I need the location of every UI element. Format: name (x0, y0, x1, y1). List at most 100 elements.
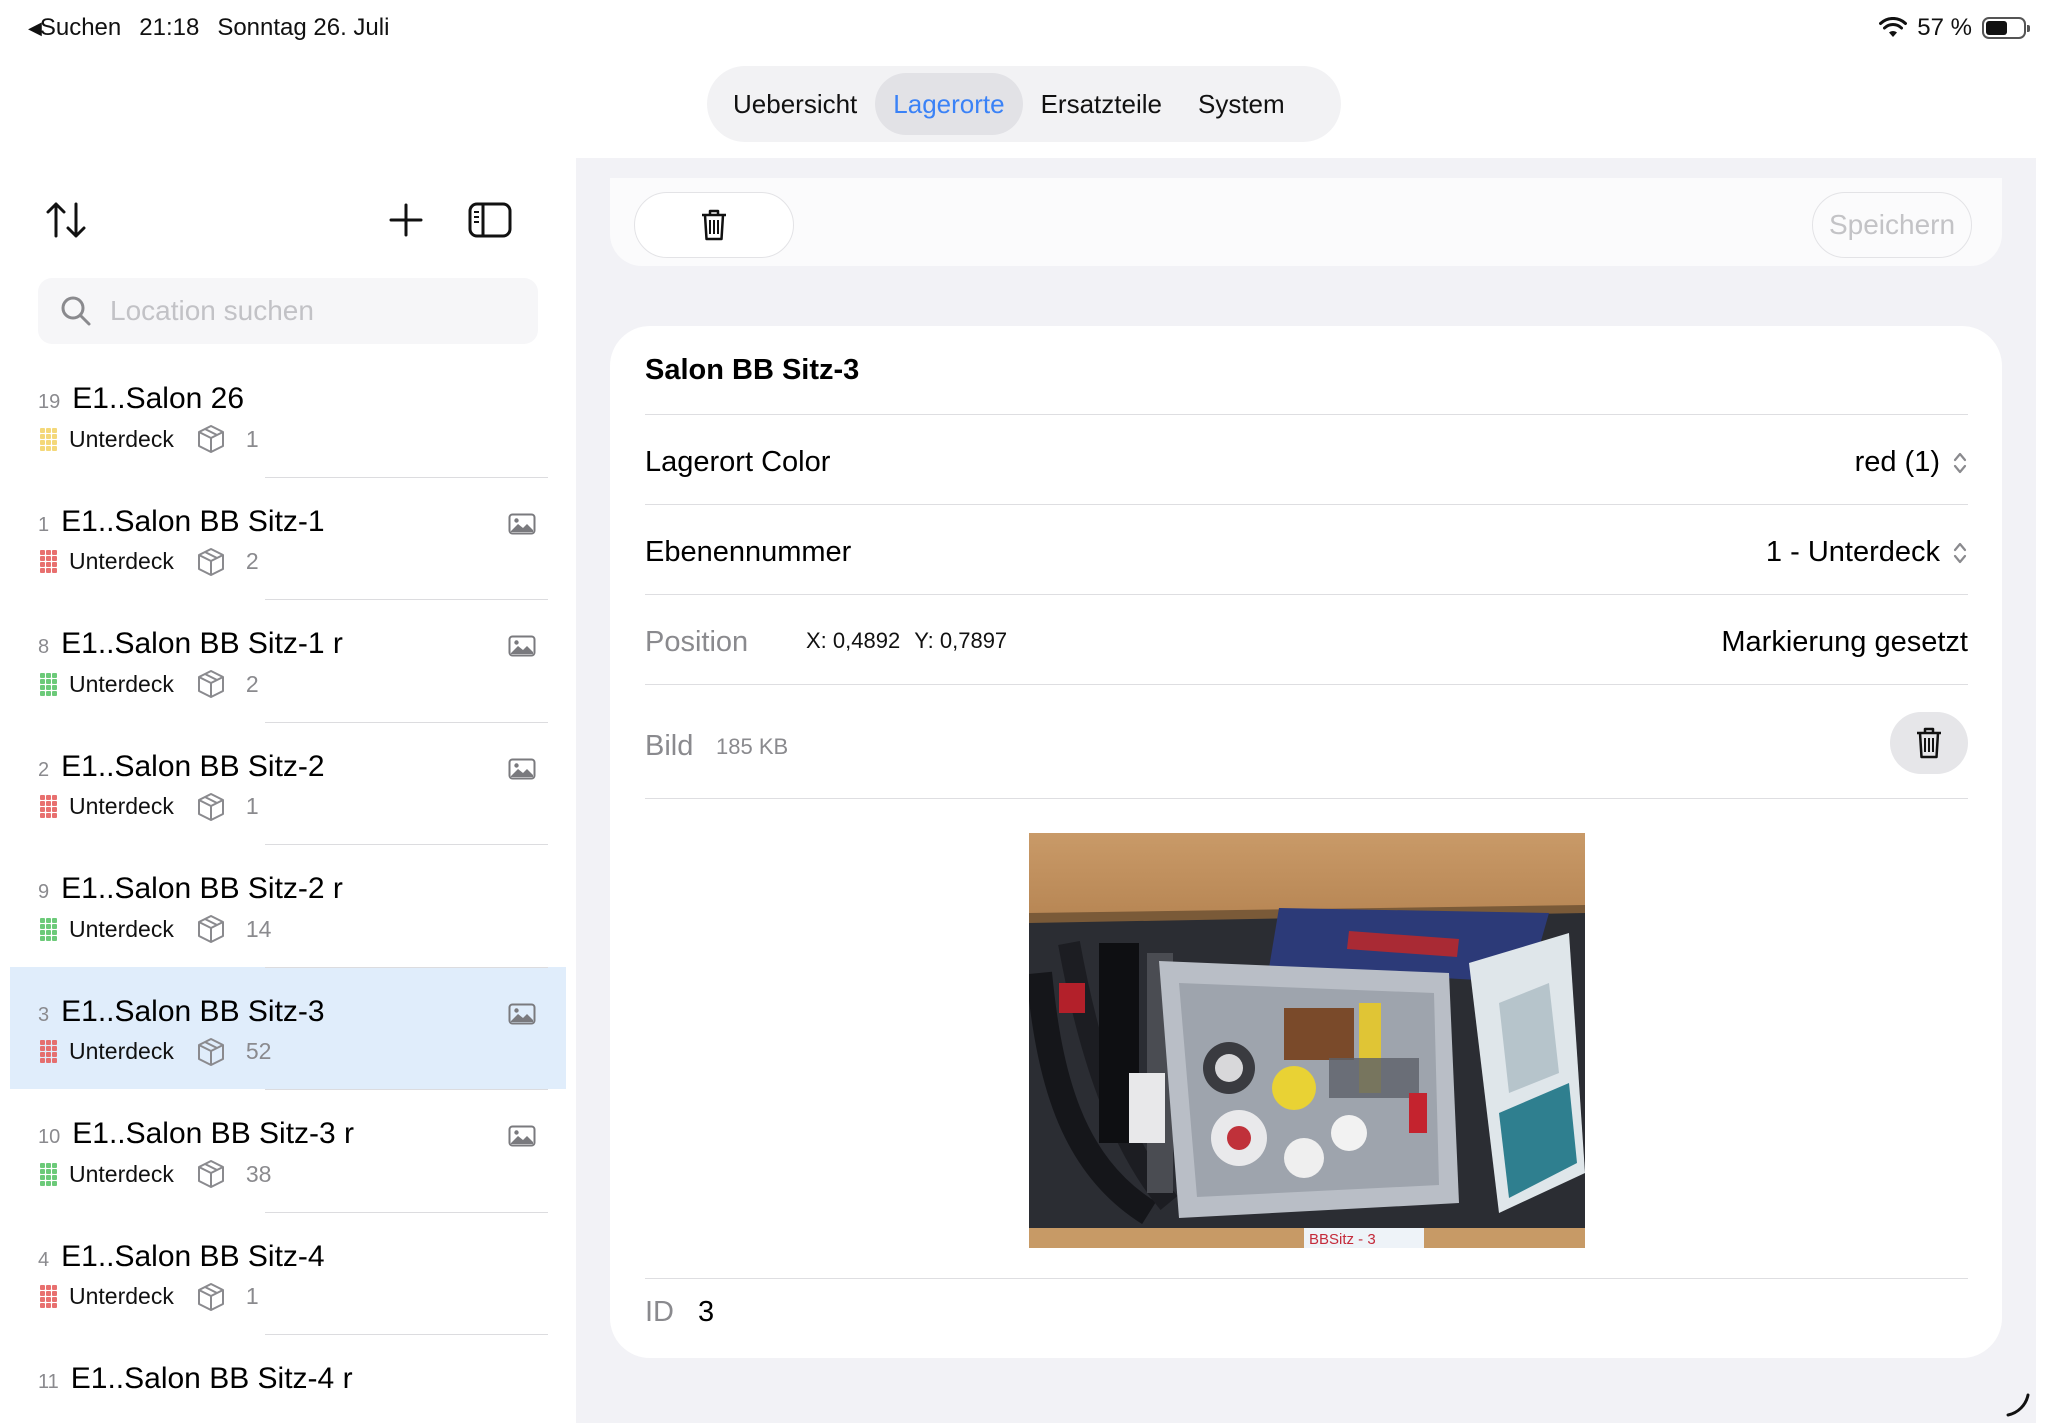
location-list: 19 E1..Salon 26 Unterdeck 1 1 E1..Salon BB Si… (10, 354, 566, 1423)
photo-icon (508, 758, 536, 779)
save-button[interactable]: Speichern (1812, 192, 1972, 258)
position-label: Position (645, 626, 749, 658)
search-input[interactable] (110, 295, 510, 327)
row-title: 8 E1..Salon BB Sitz-1 r (38, 627, 343, 661)
location-row[interactable]: 4 E1..Salon BB Sitz-4 Unterdeck 1 (10, 1211, 566, 1335)
row-title: 9 E1..Salon BB Sitz-2 r (38, 872, 343, 906)
trash-icon (702, 209, 726, 241)
row-item-count: 14 (245, 915, 272, 942)
detail-pane: Speichern Salon BB Sitz-3 Lagerort Color… (576, 158, 2036, 1423)
row-item-count: 52 (245, 1038, 272, 1064)
delete-image-button[interactable] (1890, 712, 1968, 774)
position-status: Markierung gesetzt (1721, 626, 1968, 658)
row-number: 4 (38, 1248, 50, 1271)
position-x: X: 0,4892 (806, 628, 901, 653)
row-number: 3 (38, 1003, 50, 1026)
row-name: E1..Salon BB Sitz-1 (61, 504, 325, 538)
wifi-icon (1879, 17, 1908, 37)
row-name: E1..Salon BB Sitz-3 r (72, 1117, 355, 1150)
row-item-count: 1 (245, 793, 259, 819)
id-value: 3 (698, 1296, 715, 1328)
delete-location-button[interactable] (634, 192, 794, 258)
box-icon (197, 792, 224, 821)
grid-color-icon (40, 550, 57, 573)
location-row[interactable]: 8 E1..Salon BB Sitz-1 r Unterdeck 2 (10, 599, 566, 722)
row-name: E1..Salon BB Sitz-1 r (61, 627, 343, 660)
tab-lagerorte[interactable]: Lagerorte (875, 73, 1023, 135)
row-deck: Unterdeck (69, 425, 174, 452)
row-deck: Unterdeck (69, 1038, 174, 1064)
location-row[interactable]: 2 E1..Salon BB Sitz-2 Unterdeck 1 (10, 721, 566, 845)
row-title: 2 E1..Salon BB Sitz-2 (38, 750, 325, 784)
divider (265, 1211, 548, 1213)
photo-label: BBSitz - 3 (1309, 1231, 1376, 1248)
row-name: E1..Salon BB Sitz-3 (61, 994, 325, 1028)
row-deck: Unterdeck (69, 1283, 174, 1309)
grid-color-icon (40, 1285, 57, 1308)
location-row[interactable]: 9 E1..Salon BB Sitz-2 r Unterdeck 14 (10, 844, 566, 967)
divider (645, 1278, 1968, 1279)
row-name: E1..Salon BB Sitz-2 (61, 749, 325, 783)
location-row[interactable]: 3 E1..Salon BB Sitz-3 Unterdeck 52 (10, 966, 566, 1089)
sort-icon[interactable] (44, 200, 88, 240)
row-subtitle: Unterdeck 38 (40, 1159, 271, 1189)
row-name: E1..Salon 26 (72, 382, 245, 415)
battery-percent: 57 % (1917, 14, 1972, 41)
back-link[interactable]: ◀ Suchen (28, 14, 121, 42)
level-picker[interactable]: 1 - Unterdeck (1766, 536, 1968, 569)
photo-icon (508, 1003, 536, 1024)
photo-indicator (508, 1003, 536, 1030)
row-subtitle: Unterdeck 1 (40, 1282, 259, 1312)
position-y: Y: 0,7897 (914, 628, 1008, 653)
grid-color-icon (40, 795, 57, 818)
location-row[interactable]: 19 E1..Salon 26 Unterdeck 1 (10, 354, 566, 477)
status-date: Sonntag 26. Juli (217, 14, 390, 41)
box-icon (197, 1037, 224, 1066)
level-value: 1 - Unterdeck (1765, 536, 1940, 568)
tab-ersatzteile[interactable]: Ersatzteile (1023, 73, 1180, 135)
grid-color-icon (40, 917, 57, 941)
location-row[interactable]: 11 E1..Salon BB Sitz-4 r (10, 1334, 566, 1423)
grid-color-icon (40, 1162, 57, 1186)
resize-handle-icon[interactable] (2004, 1391, 2030, 1417)
location-row[interactable]: 1 E1..Salon BB Sitz-1 Unterdeck 2 (10, 476, 566, 600)
row-number: 19 (38, 391, 61, 413)
row-subtitle: Unterdeck 1 (40, 792, 259, 822)
row-subtitle: Unterdeck 14 (40, 914, 271, 944)
row-subtitle: Unterdeck 52 (40, 1037, 271, 1067)
photo-icon (508, 513, 536, 534)
sidebar-toggle-icon[interactable] (468, 202, 512, 238)
row-name: E1..Salon BB Sitz-4 (61, 1239, 325, 1273)
row-number: 8 (38, 636, 50, 658)
divider (265, 966, 548, 968)
row-number: 9 (38, 881, 50, 903)
segmented-tab-bar: Uebersicht Lagerorte Ersatzteile System (707, 66, 1341, 142)
photo-icon (508, 635, 536, 657)
color-picker[interactable]: red (1) (1855, 446, 1968, 479)
tab-uebersicht[interactable]: Uebersicht (715, 73, 875, 135)
box-icon (197, 547, 224, 576)
image-size: 185 KB (716, 734, 789, 759)
row-deck: Unterdeck (69, 670, 174, 697)
color-value: red (1) (1854, 446, 1940, 478)
location-row[interactable]: 10 E1..Salon BB Sitz-3 r Unterdeck 38 (10, 1089, 566, 1212)
tab-system[interactable]: System (1180, 73, 1303, 135)
location-photo[interactable]: BBSitz - 3 (1029, 833, 1585, 1248)
position-marker-button[interactable]: Markierung gesetzt (1721, 626, 1968, 659)
box-icon (197, 425, 224, 453)
detail-card: Salon BB Sitz-3 Lagerort Color red (1) E… (610, 326, 2002, 1358)
chevron-updown-icon (1953, 452, 1967, 473)
add-icon[interactable] (388, 202, 424, 238)
photo-icon (508, 1125, 536, 1147)
search-icon (61, 296, 91, 326)
back-label: Suchen (39, 14, 122, 41)
color-label: Lagerort Color (645, 446, 831, 478)
row-title: 3 E1..Salon BB Sitz-3 (38, 995, 325, 1029)
photo-indicator (508, 1125, 536, 1152)
image-label: Bild (645, 730, 694, 762)
row-title: 4 E1..Salon BB Sitz-4 (38, 1240, 325, 1274)
status-bar-left: ◀ Suchen 21:18 Sonntag 26. Juli (28, 14, 389, 42)
grid-color-icon (40, 427, 57, 451)
status-bar-right: 57 % (1879, 14, 2030, 42)
row-number: 10 (38, 1126, 61, 1148)
